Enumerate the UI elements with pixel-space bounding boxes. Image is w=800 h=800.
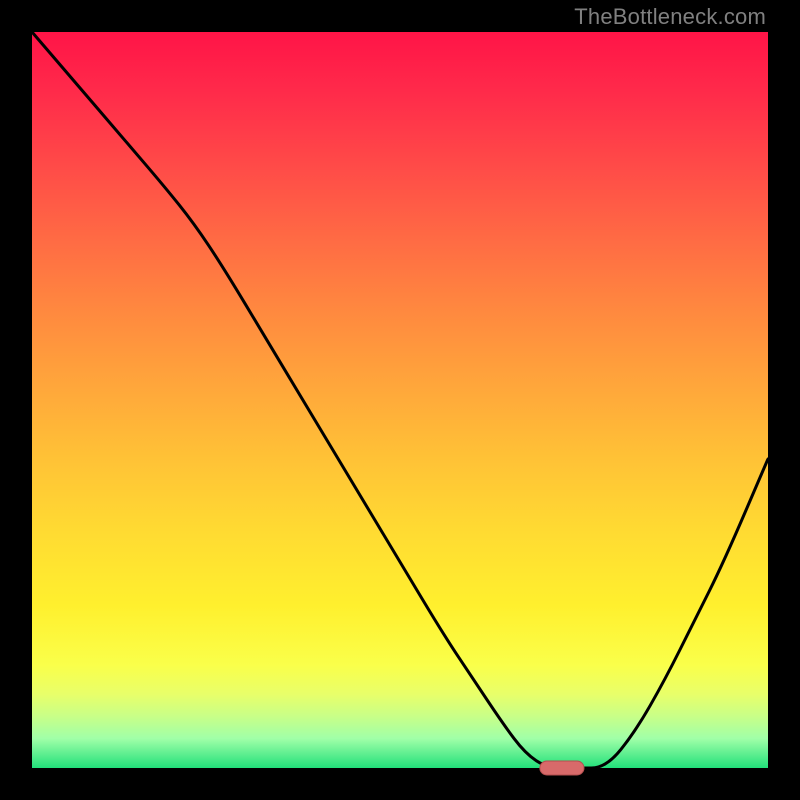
curve-layer — [32, 32, 768, 768]
chart-frame: TheBottleneck.com — [0, 0, 800, 800]
optimal-marker — [540, 761, 584, 775]
plot-area — [32, 32, 768, 768]
bottleneck-curve — [32, 32, 768, 768]
watermark-text: TheBottleneck.com — [574, 4, 766, 30]
